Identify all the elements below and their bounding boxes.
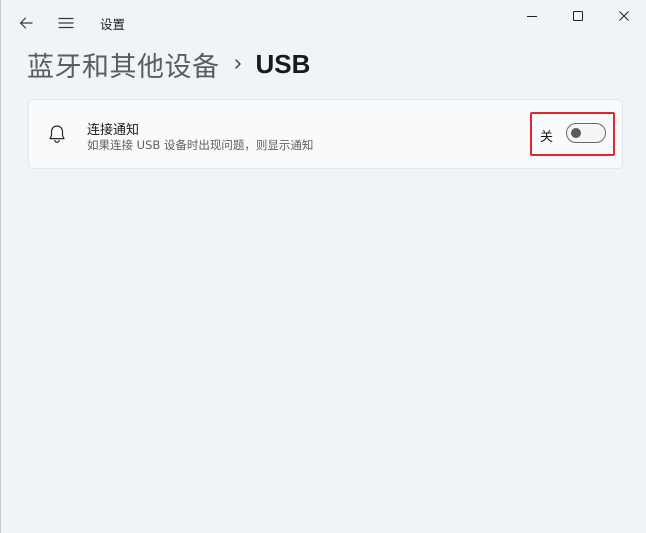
app-title: 设置 [100, 17, 126, 32]
setting-description: 如果连接 USB 设备时出现问题，则显示通知 [87, 138, 314, 152]
close-button[interactable] [601, 0, 646, 32]
setting-title: 连接通知 [87, 123, 140, 138]
back-arrow-icon [19, 17, 33, 29]
hamburger-icon [58, 17, 74, 29]
title-bar: 设置 [1, 0, 646, 44]
back-button[interactable] [13, 10, 39, 36]
close-icon [619, 11, 629, 21]
minimize-icon [527, 16, 537, 17]
toggle-state-label: 关 [540, 130, 554, 145]
chevron-right-icon [234, 59, 241, 69]
bell-icon [49, 125, 65, 144]
breadcrumb-parent-link[interactable]: 蓝牙和其他设备 [27, 45, 220, 84]
minimize-button[interactable] [509, 0, 555, 32]
maximize-icon [573, 11, 583, 21]
settings-window: 设置 蓝牙和其他设备 USB 连接通知 如果连接 USB 设备时出现问题，则显示… [0, 0, 646, 533]
navigation-menu-button[interactable] [53, 10, 79, 36]
maximize-button[interactable] [555, 0, 601, 32]
connection-notifications-toggle[interactable] [566, 123, 606, 143]
breadcrumb: 蓝牙和其他设备 USB [27, 44, 310, 84]
toggle-knob [571, 128, 581, 138]
page-title: USB [255, 48, 311, 79]
breadcrumb-separator [234, 58, 242, 70]
